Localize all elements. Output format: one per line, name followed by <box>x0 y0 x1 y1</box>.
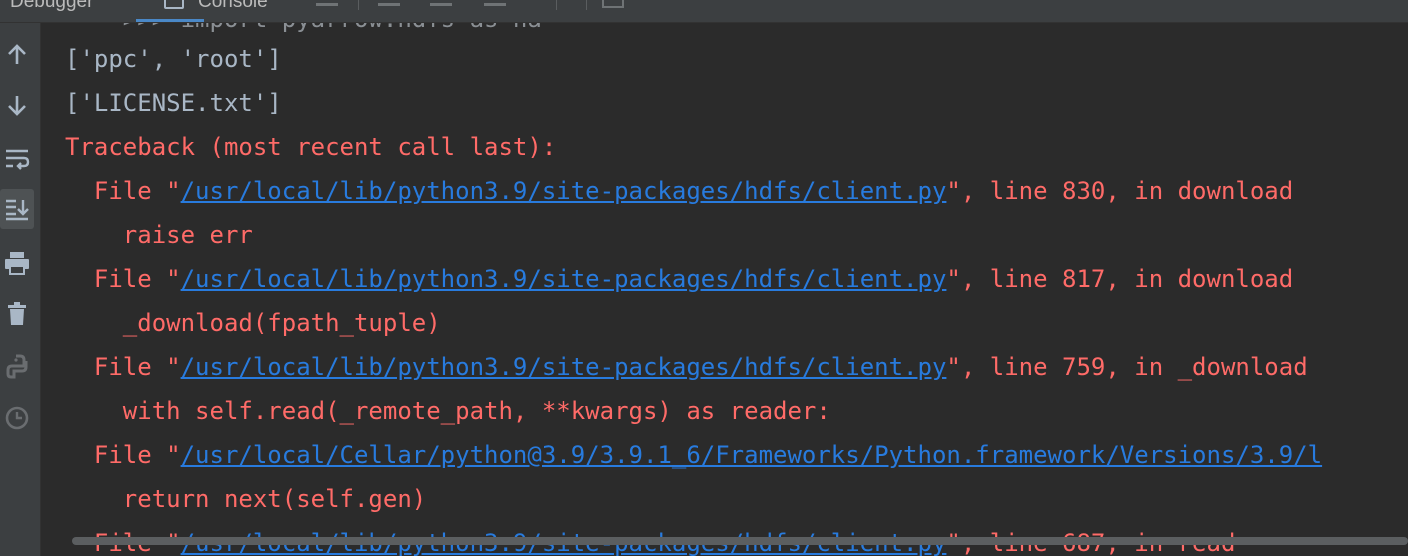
console-output[interactable]: >>> import pyarrow.hdfs as ha ['ppc', 'r… <box>41 23 1408 556</box>
traceback-file-line: File "/usr/local/Cellar/python@3.9/3.9.1… <box>65 433 1322 477</box>
scroll-to-end-icon[interactable] <box>0 189 34 229</box>
file-location: ", line 817, in download <box>946 265 1294 293</box>
toolbar-dash-icon[interactable] <box>430 3 452 6</box>
file-prefix: File " <box>65 441 181 469</box>
file-prefix: File " <box>65 177 181 205</box>
file-location: ", line 759, in _download <box>946 353 1308 381</box>
traceback-file-line: File "/usr/local/lib/python3.9/site-pack… <box>65 257 1293 301</box>
tab-console-label: Console <box>198 0 268 12</box>
trash-icon[interactable] <box>0 294 34 334</box>
file-path-link[interactable]: /usr/local/lib/python3.9/site-packages/h… <box>181 265 947 293</box>
output-line: ['LICENSE.txt'] <box>65 89 282 117</box>
tab-debugger[interactable]: Debugger <box>10 0 93 19</box>
toolbar-separator <box>586 0 587 10</box>
toolbar-separator <box>358 0 359 10</box>
console-sidebar <box>0 23 41 556</box>
traceback-line: return next(self.gen) <box>65 485 427 513</box>
tab-debugger-label: Debugger <box>10 0 94 12</box>
toolbar-dash-icon[interactable] <box>484 3 506 6</box>
file-path-link[interactable]: /usr/local/lib/python3.9/site-packages/h… <box>181 177 947 205</box>
file-prefix: File " <box>65 353 181 381</box>
tab-console[interactable]: Console <box>136 0 268 22</box>
file-prefix: File " <box>65 265 181 293</box>
horizontal-scrollbar[interactable] <box>72 537 1408 545</box>
traceback-line: Traceback (most recent call last): <box>65 133 557 161</box>
python-icon[interactable] <box>0 347 34 387</box>
print-icon[interactable] <box>0 243 34 283</box>
arrow-up-icon[interactable] <box>0 35 34 75</box>
file-path-link[interactable]: /usr/local/lib/python3.9/site-packages/h… <box>181 353 947 381</box>
file-location: ", line 830, in download <box>946 177 1294 205</box>
traceback-file-line: File "/usr/local/lib/python3.9/site-pack… <box>65 345 1308 389</box>
soft-wrap-icon[interactable] <box>0 138 34 178</box>
arrow-down-icon[interactable] <box>0 85 34 125</box>
traceback-line: raise err <box>65 221 253 249</box>
traceback-file-line: File "/usr/local/lib/python3.9/site-pack… <box>65 169 1293 213</box>
history-icon[interactable] <box>0 398 34 438</box>
traceback-line: _download(fpath_tuple) <box>65 309 441 337</box>
toolbar-dash-icon[interactable] <box>378 3 400 6</box>
tool-window-tabbar: Debugger Console <box>0 0 1408 23</box>
console-icon <box>164 0 184 9</box>
table-icon[interactable] <box>602 0 624 8</box>
toolbar-dash-icon[interactable] <box>316 3 338 6</box>
cursor-icon[interactable] <box>556 0 557 10</box>
traceback-line: with self.read(_remote_path, **kwargs) a… <box>65 397 831 425</box>
file-path-link[interactable]: /usr/local/Cellar/python@3.9/3.9.1_6/Fra… <box>181 441 1323 469</box>
output-line: ['ppc', 'root'] <box>65 45 282 73</box>
